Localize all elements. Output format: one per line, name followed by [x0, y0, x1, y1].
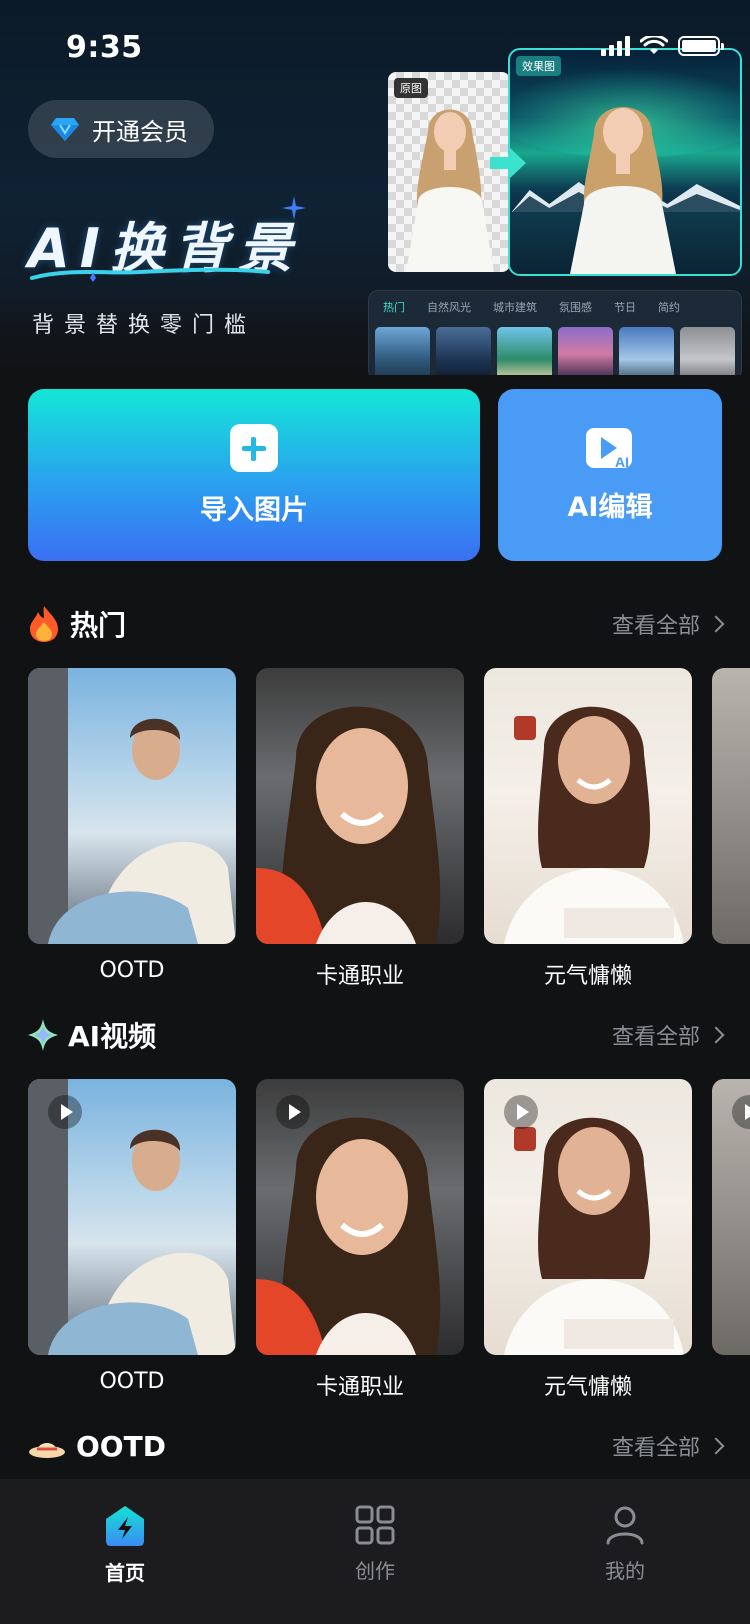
ai-edit-button[interactable]: AI AI编辑 — [498, 389, 722, 561]
sparkle-icon — [282, 196, 306, 220]
home-bolt-icon — [106, 1506, 144, 1546]
ai-video-icon: AI — [586, 427, 632, 470]
view-all-label: 查看全部 — [611, 1025, 700, 1050]
hero-subtitle: 背景替换零门槛 — [32, 313, 257, 338]
nav-profile-label: 我的 — [605, 1559, 645, 1583]
grid-icon — [355, 1505, 395, 1545]
video-card[interactable]: 元气慵懒 — [484, 1079, 692, 1401]
view-all-label: 查看全部 — [611, 1436, 700, 1461]
video-caption: 元气慵懒 — [543, 1375, 632, 1400]
template-card[interactable]: 元气慵懒 — [484, 668, 692, 990]
play-icon[interactable] — [732, 1095, 750, 1129]
template-card[interactable]: 卡通职业 — [256, 668, 464, 990]
fire-icon — [30, 606, 58, 642]
background-filter-panel: 热门 自然风光 城市建筑 氛围感 节日 简约 — [368, 290, 742, 375]
filter-tab-nature: 自然风光 — [427, 301, 471, 314]
after-image: 效果图 — [508, 48, 742, 276]
section-ootd-title: OOTD — [76, 1429, 166, 1463]
section-hot-view-all[interactable]: 查看全部 — [611, 608, 725, 640]
section-ai-video-header: AI视频 查看全部 — [28, 1015, 725, 1055]
user-icon — [606, 1506, 644, 1545]
nav-home[interactable]: 首页 — [0, 1479, 250, 1624]
diamond-icon — [51, 118, 79, 141]
play-icon[interactable] — [48, 1095, 82, 1129]
filter-tab-city: 城市建筑 — [493, 301, 537, 314]
filter-tab-simple: 简约 — [658, 301, 680, 314]
section-ai-video-view-all[interactable]: 查看全部 — [611, 1019, 725, 1051]
template-photo — [712, 668, 750, 944]
nav-create[interactable]: 创作 — [250, 1479, 500, 1624]
ai-edit-label: AI编辑 — [567, 491, 653, 523]
filter-tab-hot: 热门 — [383, 301, 405, 314]
template-photo — [484, 668, 692, 944]
section-ootd-header: OOTD 查看全部 — [28, 1426, 725, 1466]
video-card[interactable] — [712, 1079, 750, 1401]
wifi-icon — [640, 36, 668, 54]
view-all-label: 查看全部 — [611, 614, 700, 639]
vip-membership-button[interactable]: 开通会员 — [28, 100, 214, 158]
plus-icon — [230, 423, 278, 472]
video-photo — [484, 1079, 692, 1355]
signal-icon — [601, 36, 630, 56]
status-icons — [601, 36, 724, 56]
bottom-navigation: 首页 创作 我的 — [0, 1479, 750, 1624]
template-photo — [28, 668, 236, 944]
video-caption: OOTD — [99, 1369, 165, 1394]
battery-icon — [678, 36, 724, 56]
section-hot-header: 热门 查看全部 — [28, 604, 725, 644]
filter-tab-holiday: 节日 — [614, 301, 636, 314]
nav-home-label: 首页 — [105, 1561, 145, 1585]
video-card[interactable]: OOTD — [28, 1079, 236, 1401]
chevron-right-icon — [707, 1437, 725, 1455]
video-card[interactable]: 卡通职业 — [256, 1079, 464, 1401]
filter-tabs: 热门 自然风光 城市建筑 氛围感 节日 简约 — [369, 291, 741, 315]
template-card[interactable]: OOTD — [28, 668, 236, 990]
ai-star-icon — [28, 1019, 58, 1051]
video-photo — [712, 1079, 750, 1355]
nav-profile[interactable]: 我的 — [500, 1479, 750, 1624]
filter-tab-mood: 氛围感 — [559, 301, 592, 314]
template-card[interactable] — [712, 668, 750, 990]
nav-create-label: 创作 — [355, 1559, 395, 1583]
hat-icon — [29, 1443, 65, 1458]
section-ai-video-list: OOTD 卡通职业 元气慵懒 — [28, 1079, 750, 1401]
woman-figure — [570, 107, 676, 274]
section-ai-video-title: AI视频 — [68, 1020, 157, 1053]
template-caption: 卡通职业 — [315, 964, 404, 989]
import-image-label: 导入图片 — [200, 494, 308, 526]
video-photo — [28, 1079, 236, 1355]
section-hot-title: 热门 — [70, 609, 127, 642]
play-icon[interactable] — [504, 1095, 538, 1129]
vip-label: 开通会员 — [92, 117, 188, 146]
status-time: 9:35 — [66, 30, 143, 65]
arrow-right-icon — [490, 148, 526, 178]
section-hot-list: OOTD 卡通职业 元气慵懒 — [28, 668, 750, 990]
video-caption: 卡通职业 — [315, 1375, 404, 1400]
title-underline — [30, 267, 270, 282]
woman-figure — [406, 109, 494, 272]
before-tag: 原图 — [394, 78, 428, 98]
template-caption: OOTD — [99, 958, 165, 983]
template-photo — [256, 668, 464, 944]
template-caption: 元气慵懒 — [543, 964, 632, 989]
chevron-right-icon — [707, 1026, 725, 1044]
section-ootd-view-all[interactable]: 查看全部 — [611, 1430, 725, 1462]
import-image-button[interactable]: 导入图片 — [28, 389, 480, 561]
video-photo — [256, 1079, 464, 1355]
hero-banner[interactable]: 9:35 开通会员 AI换背景 背景替换零门槛 原图 效果图 热门 自然风光 城… — [0, 0, 750, 375]
play-icon[interactable] — [276, 1095, 310, 1129]
chevron-right-icon — [707, 615, 725, 633]
after-tag: 效果图 — [516, 56, 561, 76]
filter-thumbnails — [369, 315, 741, 375]
svg-text:AI: AI — [615, 454, 629, 470]
